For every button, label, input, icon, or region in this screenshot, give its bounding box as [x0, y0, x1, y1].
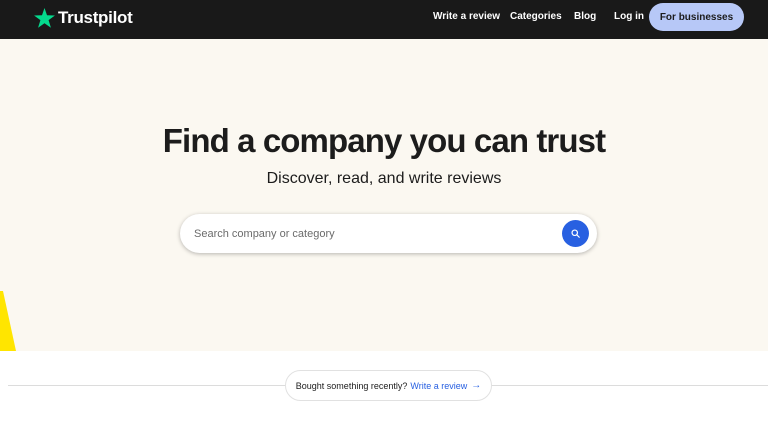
trustpilot-logo[interactable]: Trustpilot — [34, 6, 133, 30]
nav-write-review-link[interactable]: Write a review — [433, 0, 500, 33]
search-button[interactable] — [562, 220, 589, 247]
arrow-right-icon: → — [471, 380, 482, 391]
hero-section: Find a company you can trust Discover, r… — [0, 39, 768, 351]
prompt-write-review-link[interactable]: Write a review → — [410, 380, 481, 391]
search-bar — [180, 214, 597, 253]
search-icon — [571, 229, 580, 238]
hero-subtitle: Discover, read, and write reviews — [266, 170, 502, 187]
prompt-text: Bought something recently? — [295, 380, 408, 391]
nav-login-link[interactable]: Log in — [614, 0, 644, 33]
prompt-link-label: Write a review — [410, 380, 468, 391]
write-review-prompt: Bought something recently? Write a revie… — [285, 370, 492, 401]
nav-blog-link[interactable]: Blog — [574, 0, 596, 33]
top-navigation-bar: Trustpilot Write a review Categories Blo… — [0, 0, 768, 39]
for-businesses-button[interactable]: For businesses — [649, 3, 744, 31]
logo-text: Trustpilot — [58, 8, 133, 27]
decorative-yellow-shape — [0, 291, 16, 351]
star-icon — [34, 8, 55, 28]
nav-categories-link[interactable]: Categories — [510, 0, 562, 33]
hero-title: Find a company you can trust — [162, 122, 606, 159]
search-input[interactable] — [194, 220, 554, 247]
